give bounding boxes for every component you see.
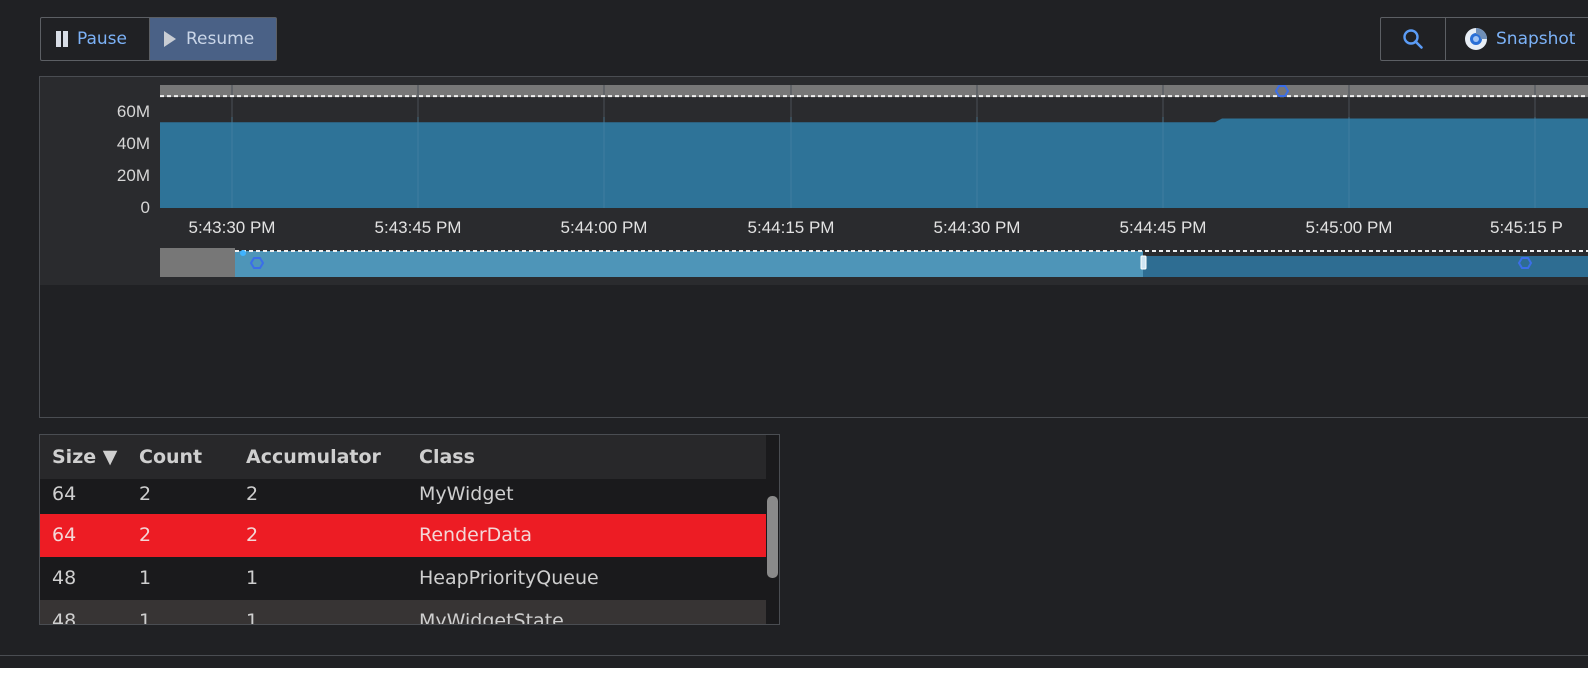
x-tick-label: 5:44:00 PM [560,218,648,237]
class-cell: HeapPriorityQueue [419,567,599,589]
count-cell: 2 [139,524,152,546]
playback-controls: Pause Resume [40,17,277,61]
x-tick-label: 5:45:15 P [1490,218,1563,237]
table-row[interactable]: 64 2 2 MyWidget [40,479,766,514]
x-tick-label: 5:44:45 PM [1119,218,1207,237]
count-cell: 1 [139,610,152,625]
count-cell: 2 [139,483,152,505]
accumulator-column-header[interactable]: Accumulator [246,446,381,468]
accumulator-cell: 1 [246,567,259,589]
status-strip [0,668,1588,686]
snapshot-controls: Snapshot [1380,17,1588,61]
snapshot-label: Snapshot [1496,29,1576,49]
overview-unselected [160,248,235,277]
overview-selected-range [235,251,1143,277]
y-tick-label: 0 [140,198,150,217]
size-column-header[interactable]: Size ▼ [52,446,117,468]
x-tick-label: 5:43:45 PM [374,218,462,237]
x-tick-label: 5:44:15 PM [747,218,835,237]
size-cell: 48 [52,567,77,589]
pause-label: Pause [77,29,127,49]
class-cell: MyWidgetState [419,610,564,625]
divider [0,655,1588,656]
accumulator-cell: 2 [246,483,259,505]
search-icon [1403,29,1423,49]
table-header: Size ▼ Count Accumulator Class [40,435,766,479]
scrollbar-thumb[interactable] [767,496,778,578]
count-column-header[interactable]: Count [139,446,202,468]
count-cell: 1 [139,567,152,589]
table-row[interactable]: 48 1 1 MyWidgetState [40,600,766,625]
size-cell: 64 [52,483,77,505]
range-start-handle [240,250,246,256]
accumulator-cell: 1 [246,610,259,625]
memory-chart[interactable]: 60M 40M 20M 0 5:43:30 PM 5:43:45 PM 5:44… [40,77,1588,285]
table-row-selected[interactable]: 64 2 2 RenderData [40,514,766,557]
table-scrollbar[interactable] [766,479,779,624]
camera-lens-icon [1465,28,1487,50]
class-cell: MyWidget [419,483,514,505]
y-tick-label: 60M [116,102,150,121]
resume-button[interactable]: Resume [149,18,276,60]
y-tick-label: 40M [116,134,150,153]
snapshot-button[interactable]: Snapshot [1446,18,1575,60]
range-handle [1140,255,1147,270]
class-column-header[interactable]: Class [419,446,475,468]
search-button[interactable] [1381,18,1446,60]
x-tick-label: 5:45:00 PM [1305,218,1393,237]
size-cell: 64 [52,524,77,546]
play-icon [164,31,176,47]
memory-chart-panel: 60M 40M 20M 0 5:43:30 PM 5:43:45 PM 5:44… [39,76,1588,418]
table-row[interactable]: 48 1 1 HeapPriorityQueue [40,557,766,600]
memory-chart-svg [160,85,1588,277]
class-cell: RenderData [419,524,533,546]
y-tick-label: 20M [116,166,150,185]
size-cell: 48 [52,610,77,625]
x-tick-label: 5:44:30 PM [933,218,1021,237]
pause-button[interactable]: Pause [41,18,149,60]
memory-area [160,118,1588,208]
allocation-table: Size ▼ Count Accumulator Class 64 2 2 My… [39,434,780,625]
x-tick-label: 5:43:30 PM [188,218,276,237]
accumulator-cell: 2 [246,524,259,546]
pause-icon [55,31,69,47]
resume-label: Resume [186,29,255,49]
